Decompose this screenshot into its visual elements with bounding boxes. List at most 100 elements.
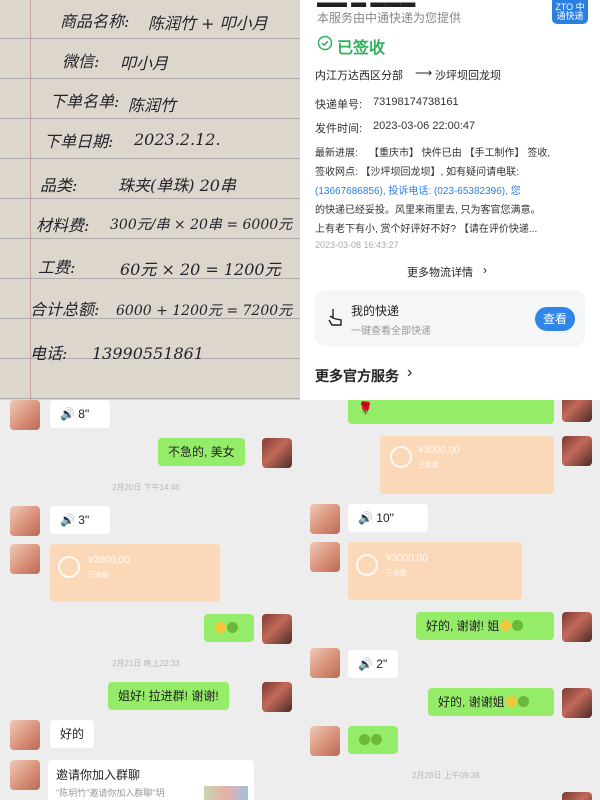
paper-value-customer: 陈润竹 <box>128 96 177 115</box>
emoji-icon <box>512 620 524 631</box>
voice-wave-icon: 🔊 <box>60 407 75 421</box>
paper-label-product: 商品名称: <box>60 12 130 31</box>
paper-label-materials: 材料费: <box>36 216 90 235</box>
emoji-icon <box>517 696 529 707</box>
view-button[interactable]: 查看 <box>535 307 575 331</box>
chat-right: 🌹 ¥3000.00 已收款 🔊 10" ¥3000.00 已收款 好的, 谢谢… <box>300 400 600 800</box>
transfer-amount: ¥3000.00 <box>386 553 428 564</box>
chat-left: 🔊 8" 不急的, 美女 2月20日 下午14:46 🔊 3" ¥3000.00… <box>0 400 300 800</box>
avatar[interactable] <box>310 648 340 678</box>
my-express-sub: 一键查看全部快递 <box>351 326 431 337</box>
ship-time: 2023-03-06 22:00:47 <box>373 120 476 132</box>
emoji-icon <box>215 622 226 633</box>
avatar-self[interactable] <box>262 614 292 644</box>
paper-value-category: 珠夹(单珠) 20串 <box>118 176 236 195</box>
text-message[interactable]: 不急的, 美女 <box>158 438 245 466</box>
provider-note: 本服务由中通快递为您提供 <box>317 11 462 25</box>
paper-label-category: 品类: <box>40 176 78 195</box>
timestamp: 2月20日 下午14:46 <box>112 483 180 492</box>
text-message[interactable]: 好的 <box>50 720 95 748</box>
tracking-number[interactable]: 73198174738161 <box>373 96 459 108</box>
delivery-status: 已签收 <box>337 40 386 57</box>
latest-label: 最新进展: <box>315 148 358 159</box>
emoji-message[interactable] <box>204 614 254 642</box>
tap-hand-icon <box>328 309 342 326</box>
transfer-check-icon <box>58 556 80 578</box>
latest-line-4: 的快递已经妥投。风里来雨里去, 只为客官您满意。 <box>315 205 541 216</box>
text-message[interactable]: 好的, 谢谢姐 <box>428 688 554 716</box>
transfer-check-icon <box>356 554 378 576</box>
avatar-self[interactable] <box>562 436 592 466</box>
avatar[interactable] <box>310 542 340 572</box>
emoji-icon <box>227 622 238 633</box>
emoji-message[interactable]: 🌹 <box>348 400 554 424</box>
route-arrow: ⟶ <box>415 66 433 80</box>
avatar[interactable] <box>10 760 40 790</box>
latest-line-2: 签收网点: 【沙坪坝回龙坝】, 如有疑问请电联: <box>315 167 519 178</box>
express-tracking-panel: ▬▬ ▬ ▬▬▬ 本服务由中通快递为您提供 已签收 内江万达西区分部 ⟶ 沙坪坝… <box>303 0 600 400</box>
latest-time: 2023-03-08 16:43:27 <box>315 240 399 250</box>
avatar[interactable] <box>310 726 340 756</box>
my-express-title: 我的快递 <box>351 304 400 318</box>
avatar[interactable] <box>10 720 40 750</box>
latest-line-3[interactable]: (13667686856), 投诉电话: (023-65382396), 您 <box>315 182 521 197</box>
paper-label-phone: 电话: <box>30 344 68 363</box>
latest-line-1: 【重庆市】 快件已由 【手工制作】 签收, <box>369 148 551 159</box>
voice-wave-icon: 🔊 <box>358 511 373 525</box>
paper-value-total: 6000 + 1200元 = 7200元 <box>116 303 293 319</box>
paper-label-labor: 工费: <box>38 258 76 277</box>
voice-message[interactable]: 🔊 2" <box>348 650 398 678</box>
voice-wave-icon: 🔊 <box>60 513 75 527</box>
paper-label-total: 合计总额: <box>30 300 100 319</box>
transfer-status: 已收款 <box>88 572 109 579</box>
more-services-link[interactable]: 更多官方服务 <box>315 366 399 386</box>
paper-label-customer: 下单名单: <box>50 92 120 111</box>
avatar-self[interactable] <box>562 612 592 642</box>
text-message[interactable]: 姐好! 拉进群! 谢谢! <box>108 682 229 710</box>
collage: 商品名称: 陈润竹 + 叩小月 微信: 叩小月 下单名单: 陈润竹 下单日期: … <box>0 0 600 800</box>
transfer-status: 已收款 <box>418 462 439 469</box>
avatar[interactable] <box>10 506 40 536</box>
transfer-check-icon <box>390 446 412 468</box>
paper-value-labor: 60元 × 20 = 1200元 <box>120 260 281 279</box>
avatar[interactable] <box>10 544 40 574</box>
emoji-icon <box>500 620 512 631</box>
voice-message[interactable]: 🔊 10" <box>348 504 428 532</box>
more-logistics-link[interactable]: 更多物流详情 <box>407 264 473 280</box>
emoji-icon <box>505 696 517 707</box>
avatar-self[interactable] <box>262 682 292 712</box>
route-from: 内江万达西区分部 <box>315 70 403 82</box>
timestamp: 2月28日 上午09:38 <box>412 771 480 780</box>
emoji-message[interactable] <box>348 726 398 754</box>
avatar[interactable] <box>310 504 340 534</box>
paper-value-materials: 300元/串 × 20串 = 6000元 <box>110 217 293 233</box>
group-invite-title: 邀请你加入群聊 <box>56 768 141 782</box>
handwritten-order-paper: 商品名称: 陈润竹 + 叩小月 微信: 叩小月 下单名单: 陈润竹 下单日期: … <box>0 0 300 400</box>
chevron-right-icon-2[interactable]: › <box>407 364 412 382</box>
avatar-self[interactable] <box>562 400 592 422</box>
transfer-amount: ¥3000.00 <box>418 445 460 456</box>
voice-message[interactable]: 🔊 3" <box>50 506 110 534</box>
zto-logo: ZTO 中通快递 <box>552 0 588 24</box>
timestamp: 2月21日 晚上22:33 <box>112 659 180 668</box>
emoji-icon <box>371 734 382 745</box>
signed-check-icon <box>317 35 333 51</box>
avatar[interactable] <box>10 400 40 430</box>
chevron-right-icon[interactable]: › <box>483 263 487 277</box>
transfer-amount: ¥3000.00 <box>88 555 130 566</box>
rose-icon: 🌹 <box>358 401 373 415</box>
paper-value-phone: 13990551861 <box>92 344 204 363</box>
avatar-self[interactable] <box>262 438 292 468</box>
latest-line-5[interactable]: 上有老下有小, 赏个好评好不好? 【请在评价快递... <box>315 220 537 235</box>
paper-value-product: 陈润竹 + 叩小月 <box>148 14 268 33</box>
paper-label-wechat: 微信: <box>62 52 100 71</box>
avatar-self[interactable] <box>562 792 592 800</box>
group-invite-sub: "陈玥竹"邀请你加入群聊"玥 <box>56 788 165 798</box>
paper-value-date: 2023.2.12. <box>134 130 221 149</box>
avatar-self[interactable] <box>562 688 592 718</box>
emoji-icon <box>359 734 370 745</box>
voice-wave-icon: 🔊 <box>358 657 373 671</box>
voice-message[interactable]: 🔊 8" <box>50 400 110 428</box>
text-message[interactable]: 好的, 谢谢! 姐 <box>416 612 554 640</box>
tracking-label: 快递单号: <box>315 99 363 111</box>
